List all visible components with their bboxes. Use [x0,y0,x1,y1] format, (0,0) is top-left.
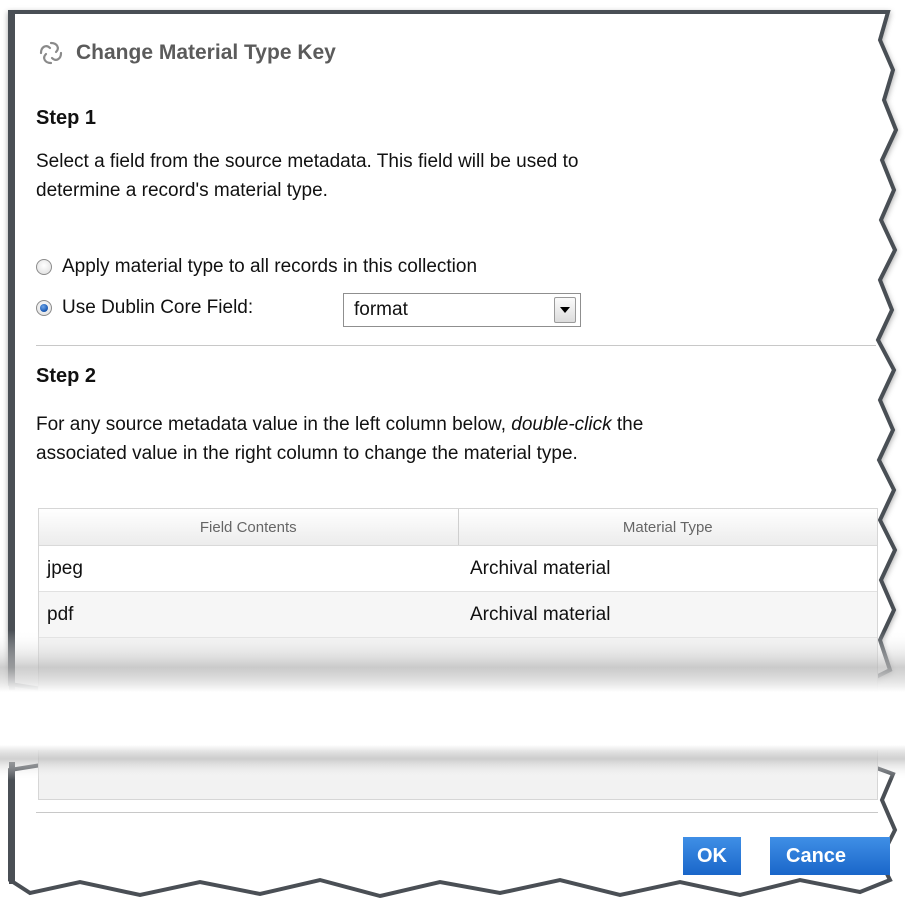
dropdown-arrow-icon[interactable] [554,297,576,323]
dublin-core-field-value: format [354,299,408,320]
cancel-button[interactable]: Cance [770,837,890,875]
cell-material-type[interactable]: Archival material [466,604,877,626]
step2-emphasis: double-click [511,414,612,435]
step2-line1: For any source metadata value in the lef… [36,410,643,439]
section-divider [36,345,876,346]
step1-instructions: Select a field from the source metadata.… [36,147,578,205]
radio-apply-all[interactable]: Apply material type to all records in th… [36,256,477,278]
torn-gap [0,630,905,780]
step2-line1-b: the [611,414,644,435]
dublin-core-field-select[interactable]: format [343,293,581,327]
cell-field-contents: pdf [47,603,74,625]
step2-instructions: For any source metadata value in the lef… [36,410,643,468]
radio-apply-all-button[interactable] [36,259,52,275]
step2-line2: associated value in the right column to … [36,443,578,464]
step2-line1-a: For any source metadata value in the lef… [36,414,512,435]
column-header-material-type[interactable]: Material Type [457,509,878,545]
step1-heading: Step 1 [36,107,97,129]
footer-divider [36,812,878,813]
column-header-field-contents[interactable]: Field Contents [39,509,458,545]
ok-button[interactable]: OK [683,837,741,875]
radio-dublin-core-button[interactable] [36,300,52,316]
step2-heading: Step 2 [36,365,97,387]
radio-dublin-core-label: Use Dublin Core Field: [62,297,254,318]
radio-apply-all-label: Apply material type to all records in th… [62,256,478,277]
table-row[interactable]: jpeg Archival material [39,546,877,592]
step1-line1: Select a field from the source metadata.… [36,151,579,172]
cell-field-contents: jpeg [47,557,83,579]
spiral-logo-icon [36,38,66,68]
radio-dublin-core[interactable]: Use Dublin Core Field: [36,297,253,319]
step1-line2: determine a record's material type. [36,180,328,201]
dialog-title-bar: Change Material Type Key [36,36,336,70]
cell-material-type[interactable]: Archival material [466,558,877,580]
grid-header: Field Contents Material Type [39,509,877,546]
dialog-title: Change Material Type Key [76,41,336,64]
